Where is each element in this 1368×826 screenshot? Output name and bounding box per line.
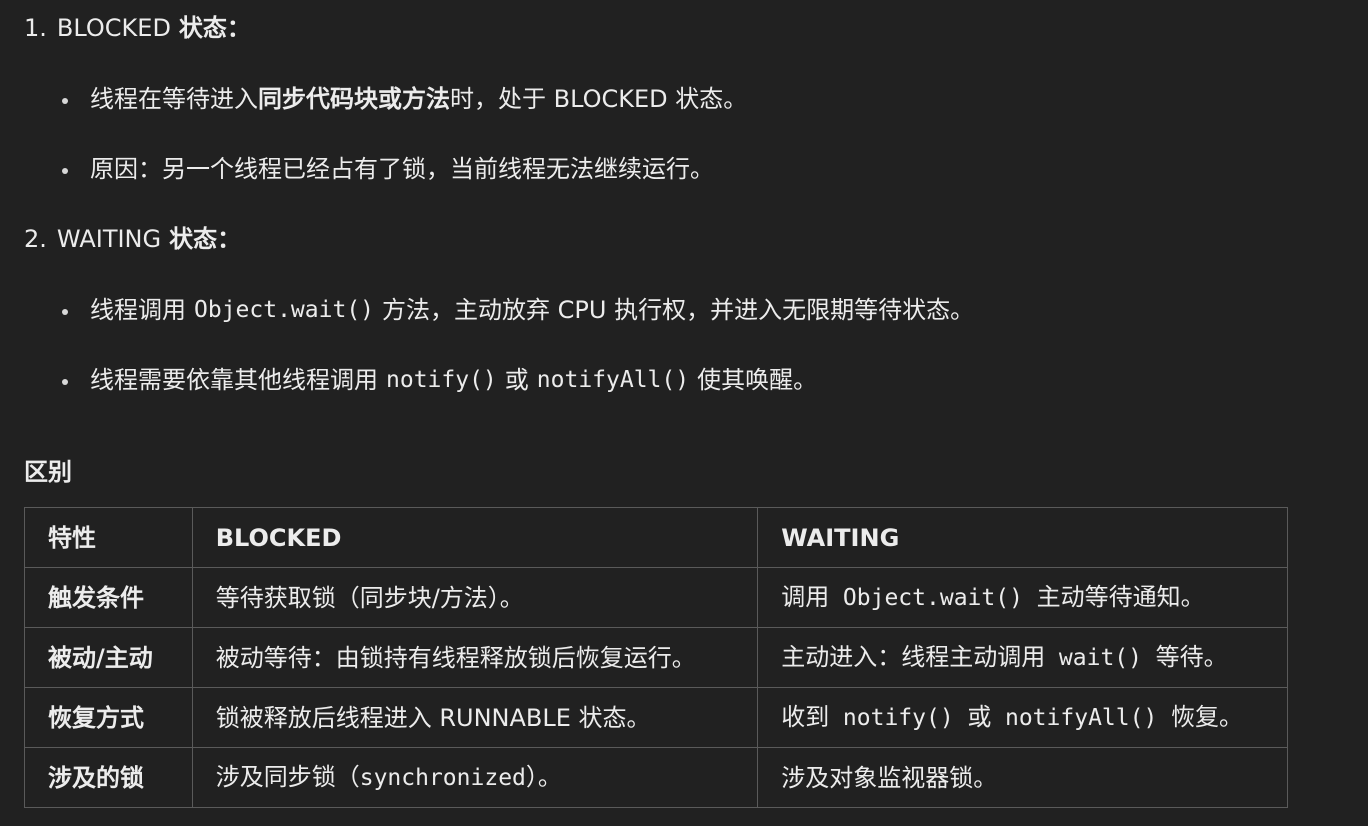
text-post: 等待。 xyxy=(1155,643,1228,671)
inline-code: notifyAll() xyxy=(1004,705,1158,731)
row-blocked: 等待获取锁（同步块/方法）。 xyxy=(191,567,759,628)
row-feature: 触发条件 xyxy=(24,567,193,628)
comparison-table: 特性 BLOCKED WAITING 触发条件 等待获取锁（同步块/方法）。 调… xyxy=(24,507,1288,808)
list-number: 2. xyxy=(24,225,47,253)
text-pre: 收到 xyxy=(781,703,830,731)
section-1-title: BLOCKED xyxy=(56,14,171,42)
list-item-text: 线程在等待进入 同步代码块或方法 时，处于 BLOCKED 状态。 xyxy=(90,82,747,116)
text-mid: 或 xyxy=(504,366,529,394)
text-mid: 或 xyxy=(967,703,992,731)
row-feature: 被动/主动 xyxy=(24,627,193,688)
section-2-heading: 2. WAITING 状态： xyxy=(24,222,241,256)
bullet-dot xyxy=(62,168,68,174)
bullet-dot xyxy=(62,98,68,104)
inline-code: notifyAll() xyxy=(536,366,690,393)
header-waiting: WAITING xyxy=(757,507,1288,568)
list-number: 1. xyxy=(24,14,47,42)
text-post: 使其唤醒。 xyxy=(697,366,818,394)
inline-code: synchronized xyxy=(359,765,526,791)
table-row: 涉及的锁 涉及同步锁（synchronized）。 涉及对象监视器锁。 xyxy=(24,747,1288,808)
bullet-dot xyxy=(62,379,68,385)
section-1-title-suffix: 状态： xyxy=(178,14,251,42)
text-pre: 线程需要依靠其他线程调用 xyxy=(90,366,378,394)
inline-code: notify() xyxy=(386,366,497,393)
section-2-title: WAITING xyxy=(56,225,162,253)
text-post: 恢复。 xyxy=(1170,703,1243,731)
section-2-title-suffix: 状态： xyxy=(169,225,242,253)
row-waiting: 调用 Object.wait() 主动等待通知。 xyxy=(757,567,1288,628)
row-waiting: 涉及对象监视器锁。 xyxy=(757,747,1288,808)
section-1-heading: 1. BLOCKED 状态： xyxy=(24,11,251,45)
table-row: 触发条件 等待获取锁（同步块/方法）。 调用 Object.wait() 主动等… xyxy=(24,567,1288,628)
text-bold: 同步代码块或方法 xyxy=(258,85,450,113)
text-pre: 线程在等待进入 xyxy=(90,85,258,113)
inline-code: Object.wait() xyxy=(842,585,1023,611)
table-header-row: 特性 BLOCKED WAITING xyxy=(24,507,1288,568)
header-blocked: BLOCKED xyxy=(191,507,759,568)
row-waiting: 主动进入：线程主动调用 wait() 等待。 xyxy=(757,627,1288,688)
text-pre: 涉及同步锁（ xyxy=(215,763,360,791)
row-feature: 恢复方式 xyxy=(24,687,193,748)
text-pre: 线程调用 xyxy=(90,296,186,324)
text: 原因：另一个线程已经占有了锁，当前线程无法继续运行。 xyxy=(90,155,714,183)
text-post: 主动等待通知。 xyxy=(1036,583,1205,611)
inline-code: wait() xyxy=(1058,645,1143,671)
difference-heading: 区别 xyxy=(24,458,72,486)
bullet-dot xyxy=(62,309,68,315)
inline-code: Object.wait() xyxy=(194,296,375,323)
header-feature: 特性 xyxy=(24,507,193,568)
text-pre: 主动进入：线程主动调用 xyxy=(781,643,1046,671)
text-post: ）。 xyxy=(525,763,562,791)
row-waiting: 收到 notify() 或 notifyAll() 恢复。 xyxy=(757,687,1288,748)
list-item-text: 线程需要依靠其他线程调用 notify() 或 notifyAll() 使其唤醒… xyxy=(90,363,817,397)
row-blocked: 被动等待：由锁持有线程释放锁后恢复运行。 xyxy=(191,627,759,688)
list-item-text: 线程调用 Object.wait() 方法，主动放弃 CPU 执行权，并进入无限… xyxy=(90,293,974,327)
text-post: 方法，主动放弃 CPU 执行权，并进入无限期等待状态。 xyxy=(382,296,975,324)
row-blocked: 涉及同步锁（synchronized）。 xyxy=(191,747,759,808)
text-pre: 调用 xyxy=(781,583,830,611)
table-row: 恢复方式 锁被释放后线程进入 RUNNABLE 状态。 收到 notify() … xyxy=(24,687,1288,748)
table-row: 被动/主动 被动等待：由锁持有线程释放锁后恢复运行。 主动进入：线程主动调用 w… xyxy=(24,627,1288,688)
row-blocked: 锁被释放后线程进入 RUNNABLE 状态。 xyxy=(191,687,759,748)
row-feature: 涉及的锁 xyxy=(24,747,193,808)
text-post: 时，处于 BLOCKED 状态。 xyxy=(450,85,748,113)
inline-code: notify() xyxy=(842,705,954,731)
list-item-text: 原因：另一个线程已经占有了锁，当前线程无法继续运行。 xyxy=(90,152,714,186)
